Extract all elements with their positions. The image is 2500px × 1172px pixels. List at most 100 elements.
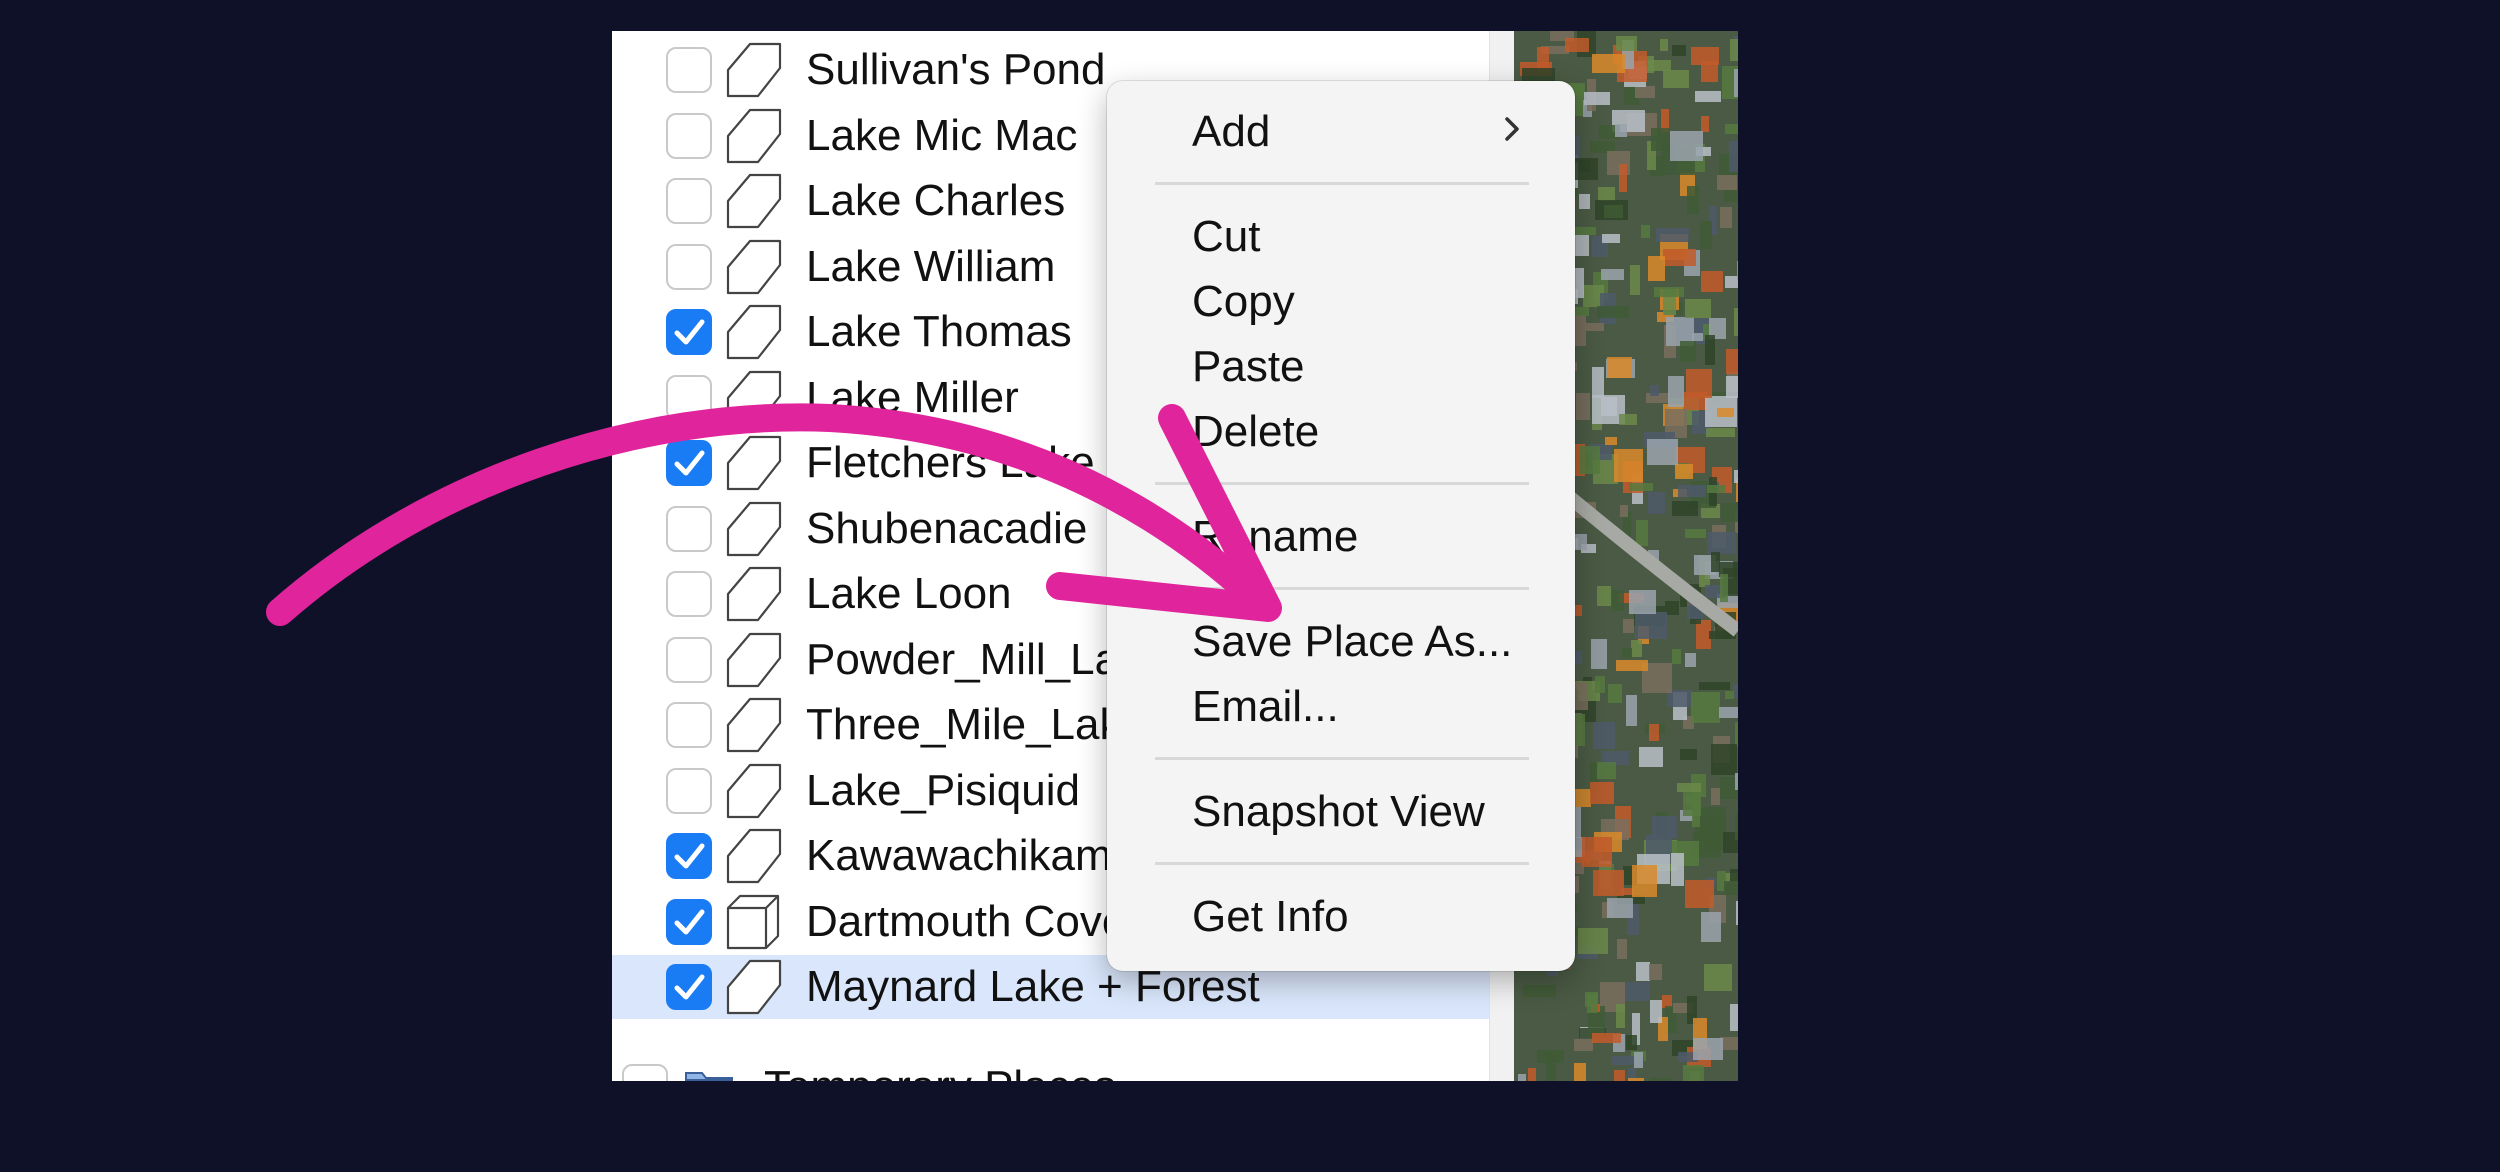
list-item-label: Lake Charles — [806, 176, 1066, 225]
map-texture-patch — [1626, 1035, 1637, 1050]
map-texture-patch — [1595, 676, 1605, 693]
checkbox-checked[interactable] — [666, 833, 712, 879]
map-texture-patch — [1592, 367, 1604, 398]
checkbox[interactable] — [622, 1064, 668, 1081]
polygon-icon — [726, 239, 782, 295]
polygon-icon — [726, 959, 782, 1015]
polygon-icon — [726, 435, 782, 491]
map-texture-patch — [1675, 464, 1693, 479]
map-texture-patch — [1735, 773, 1738, 790]
menu-item-add[interactable]: Add — [1192, 102, 1270, 162]
checkbox[interactable] — [666, 244, 712, 290]
checkmark-icon — [674, 909, 705, 935]
list-item-label: Lake_Pisiquid — [806, 766, 1080, 815]
map-texture-patch — [1537, 1050, 1564, 1063]
checkbox[interactable] — [666, 506, 712, 552]
list-item-label: Dartmouth Cove — [806, 897, 1127, 946]
menu-separator — [1155, 757, 1529, 760]
map-texture-patch — [1709, 631, 1731, 639]
menu-separator — [1155, 587, 1529, 590]
checkbox[interactable] — [666, 637, 712, 683]
list-item-label: Lake Loon — [806, 569, 1012, 618]
map-texture-patch — [1636, 962, 1650, 981]
map-texture-patch — [1598, 187, 1615, 201]
map-texture-patch — [1721, 503, 1738, 522]
map-texture-patch — [1699, 682, 1730, 690]
map-texture-patch — [1601, 397, 1617, 416]
menu-item-get-info[interactable]: Get Info — [1192, 887, 1349, 947]
map-texture-patch — [1663, 249, 1696, 266]
map-texture-patch — [1518, 1074, 1526, 1081]
map-texture-patch — [1685, 529, 1706, 538]
menu-separator — [1155, 862, 1529, 865]
map-texture-patch — [1693, 1038, 1723, 1060]
chevron-right-icon — [1505, 117, 1519, 141]
map-texture-patch — [1736, 901, 1738, 925]
map-texture-patch — [1574, 1063, 1586, 1081]
list-item-temporary-places[interactable]: Temporary Places — [612, 1055, 1489, 1081]
checkbox-checked[interactable] — [666, 440, 712, 486]
map-texture-patch — [1649, 964, 1662, 980]
map-texture-patch — [1670, 131, 1703, 161]
map-texture-patch — [1725, 276, 1738, 288]
map-texture-patch — [1597, 306, 1629, 318]
menu-item-email[interactable]: Email... — [1192, 677, 1339, 737]
map-texture-patch — [1691, 692, 1720, 723]
menu-item-paste[interactable]: Paste — [1192, 337, 1305, 397]
map-texture-patch — [1616, 660, 1648, 671]
list-item-label: Sullivan's Pond — [806, 45, 1106, 94]
map-texture-patch — [1654, 287, 1684, 297]
map-texture-patch — [1672, 649, 1681, 664]
list-item-label: Lake Thomas — [806, 307, 1072, 356]
map-texture-patch — [1593, 870, 1624, 896]
map-texture-patch — [1711, 788, 1720, 805]
checkbox[interactable] — [666, 571, 712, 617]
list-item-label: Lake William — [806, 242, 1056, 291]
map-texture-patch — [1704, 964, 1732, 991]
checkbox[interactable] — [666, 768, 712, 814]
folder-icon — [685, 1072, 733, 1081]
map-texture-patch — [1726, 349, 1738, 374]
menu-item-rename[interactable]: Rename — [1192, 507, 1358, 567]
checkbox-checked[interactable] — [666, 309, 712, 355]
polygon-icon — [726, 566, 782, 622]
menu-item-delete[interactable]: Delete — [1192, 402, 1319, 462]
map-texture-patch — [1687, 186, 1699, 214]
polygon-icon — [726, 370, 782, 426]
map-texture-patch — [1706, 428, 1735, 437]
checkbox[interactable] — [666, 47, 712, 93]
polygon-icon — [726, 828, 782, 884]
checkbox-checked[interactable] — [666, 964, 712, 1010]
map-texture-patch — [1647, 439, 1678, 465]
menu-item-snapshot-view[interactable]: Snapshot View — [1192, 782, 1485, 842]
map-texture-patch — [1648, 492, 1665, 514]
map-texture-patch — [1620, 505, 1628, 517]
google-earth-screenshot: Sullivan's Pond Lake Mic Mac Lake Charles L… — [612, 31, 1738, 1081]
checkbox[interactable] — [666, 702, 712, 748]
map-texture-patch — [1592, 54, 1625, 73]
map-texture-patch — [1605, 437, 1617, 445]
map-texture-patch — [1597, 586, 1611, 606]
map-texture-patch — [1730, 39, 1738, 61]
map-texture-patch — [1582, 837, 1612, 867]
checkbox-checked[interactable] — [666, 899, 712, 945]
map-texture-patch — [1608, 684, 1622, 703]
menu-item-cut[interactable]: Cut — [1192, 207, 1260, 267]
map-texture-patch — [1591, 639, 1607, 669]
map-texture-patch — [1672, 45, 1686, 56]
map-texture-patch — [1685, 299, 1711, 318]
polygon-icon — [726, 501, 782, 557]
checkbox[interactable] — [666, 375, 712, 421]
menu-item-save-place-as[interactable]: Save Place As... — [1192, 612, 1512, 672]
map-texture-patch — [1695, 91, 1721, 102]
map-texture-patch — [1628, 1078, 1644, 1081]
checkbox[interactable] — [666, 113, 712, 159]
polygon-icon — [726, 108, 782, 164]
checkbox[interactable] — [666, 178, 712, 224]
menu-item-copy[interactable]: Copy — [1192, 272, 1295, 332]
polygon-icon — [726, 697, 782, 753]
map-texture-patch — [1629, 590, 1656, 614]
map-texture-patch — [1734, 69, 1738, 97]
map-texture-patch — [1615, 124, 1627, 137]
map-texture-patch — [1711, 552, 1720, 572]
